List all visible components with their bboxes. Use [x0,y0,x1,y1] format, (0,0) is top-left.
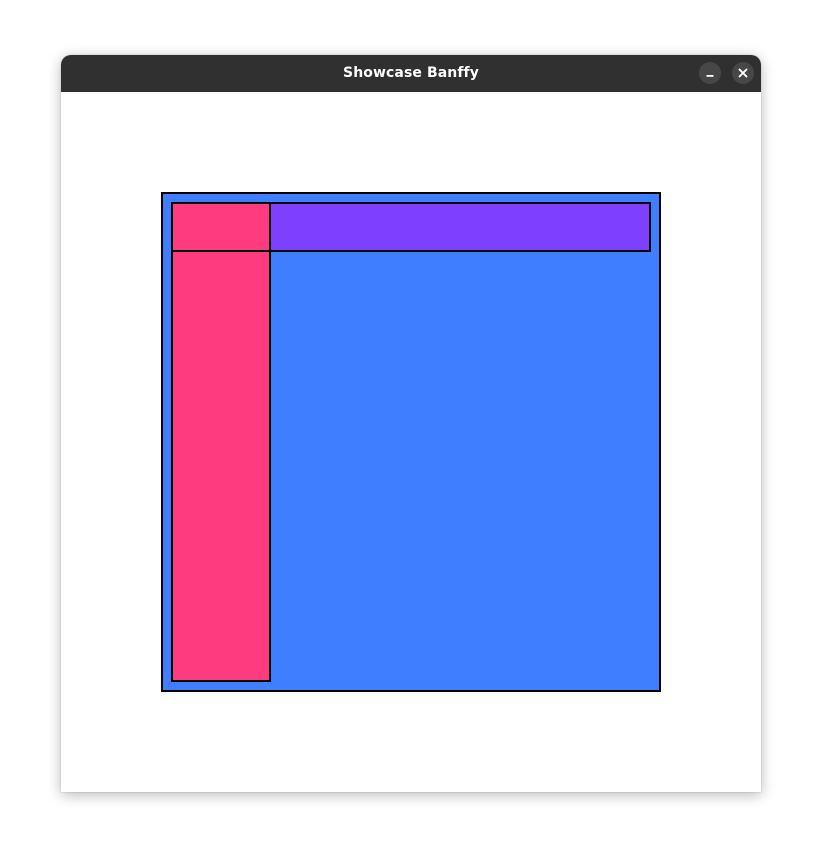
minimize-button[interactable] [699,62,721,84]
app-window: Showcase Banffy [61,55,761,792]
minimize-icon [705,68,715,78]
title-bar[interactable]: Showcase Banffy [61,55,761,92]
window-content [61,92,761,792]
top-panel [269,202,651,252]
close-icon [738,68,748,78]
window-title: Showcase Banffy [343,65,479,81]
left-panel [171,202,271,682]
panel-divider [171,250,271,252]
close-button[interactable] [732,62,754,84]
